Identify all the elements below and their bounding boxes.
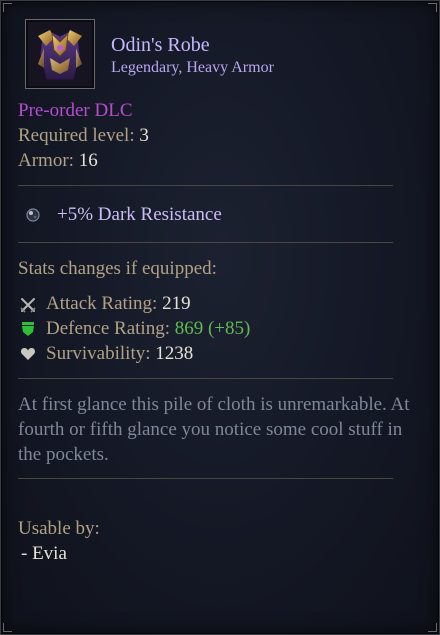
attack-rating: Attack Rating: 219	[46, 293, 191, 315]
stats-header: Stats changes if equipped:	[18, 258, 217, 279]
dark-orb-icon	[26, 208, 40, 222]
crossed-swords-icon	[20, 298, 36, 313]
item-name: Odin's Robe	[111, 34, 210, 56]
required-level-value: 3	[139, 125, 149, 146]
dark-resistance-bonus: +5% Dark Resistance	[57, 204, 222, 225]
divider	[18, 242, 393, 243]
frame-corner	[428, 3, 437, 12]
defence-rating: Defence Rating: 869 (+85)	[46, 318, 250, 340]
defence-rating-label: Defence Rating:	[46, 318, 170, 339]
divider	[18, 185, 393, 186]
survivability: Survivability: 1238	[46, 343, 193, 365]
item-type: Legendary, Heavy Armor	[111, 59, 274, 76]
shield-icon	[22, 322, 34, 336]
required-level: Required level: 3	[18, 125, 149, 147]
item-description: At first glance this pile of cloth is un…	[18, 394, 410, 465]
frame-corner	[3, 623, 12, 632]
armor-value: 16	[78, 150, 98, 171]
defence-rating-value: 869 (+85)	[174, 318, 251, 339]
divider	[18, 378, 393, 379]
divider	[18, 478, 393, 479]
attack-rating-value: 219	[162, 293, 191, 314]
armor-label: Armor:	[18, 150, 74, 171]
dlc-label: Pre-order DLC	[18, 100, 133, 121]
heart-icon	[20, 348, 36, 360]
attack-rating-label: Attack Rating:	[46, 293, 158, 314]
item-tooltip: Odin's Robe Legendary, Heavy Armor Pre-o…	[0, 0, 440, 635]
frame-corner	[428, 623, 437, 632]
frame-corner	[3, 3, 12, 12]
usable-character: - Evia	[21, 543, 67, 564]
robe-armor-icon	[38, 30, 82, 81]
armor-stat: Armor: 16	[18, 150, 98, 172]
survivability-label: Survivability:	[46, 343, 151, 364]
survivability-value: 1238	[155, 343, 194, 364]
item-icon-frame	[25, 19, 95, 89]
required-level-label: Required level:	[18, 125, 135, 146]
usable-by-label: Usable by:	[18, 518, 100, 539]
